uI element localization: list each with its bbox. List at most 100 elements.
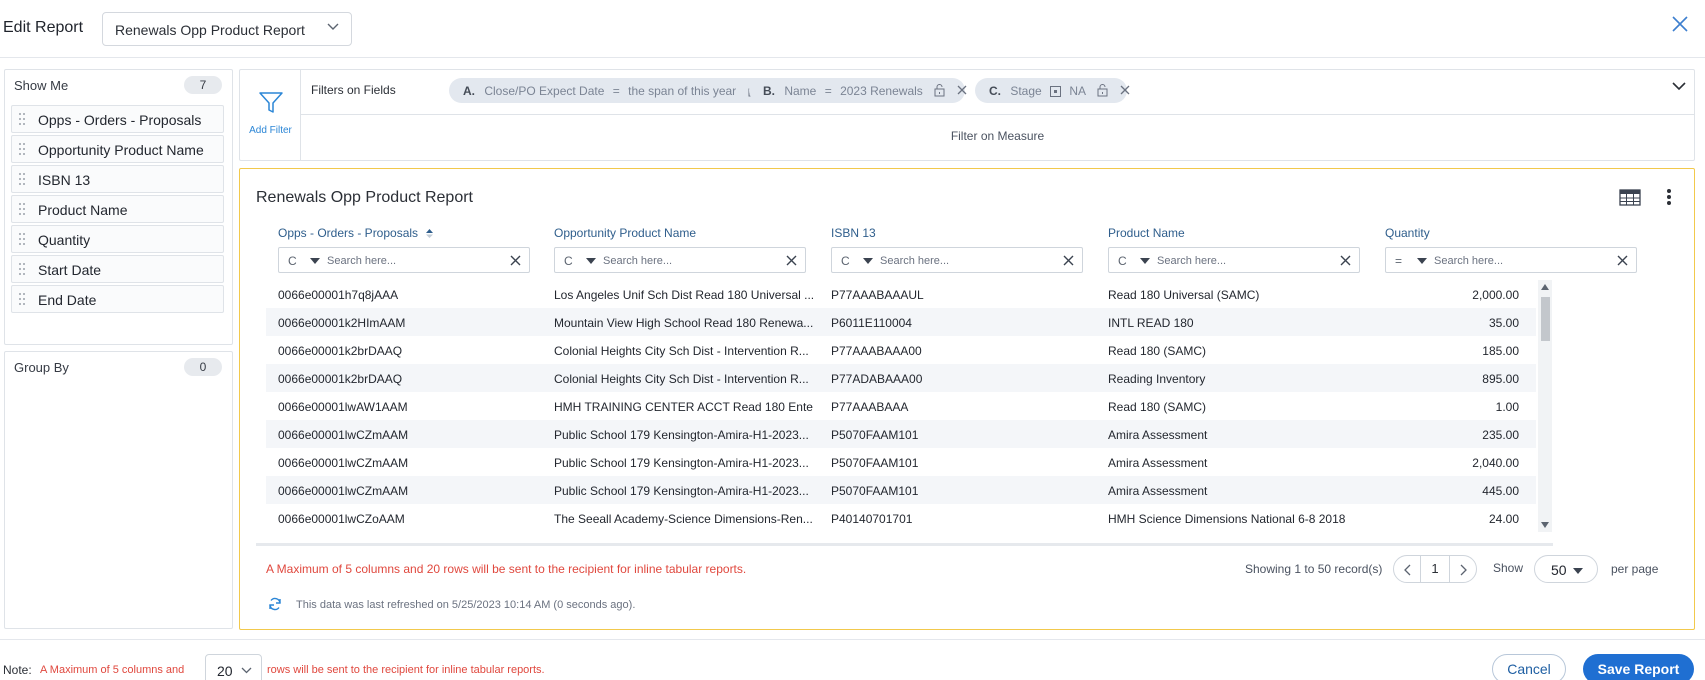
show-me-field[interactable]: Product Name [11,195,224,223]
cancel-button[interactable]: Cancel [1492,654,1566,680]
note-text: A Maximum of 5 columns and [40,664,185,676]
pager-info: Showing 1 to 50 record(s) [1245,562,1383,576]
column-search[interactable]: C Search here... [1108,247,1360,273]
filter-chip-letter: B. [763,84,775,98]
group-by-count: 0 [184,358,222,376]
next-page-button[interactable] [1449,555,1477,583]
cell-opportunity-id: 0066e00001k2HImAAM [278,316,406,330]
show-me-field[interactable]: ISBN 13 [11,165,224,193]
scroll-down-icon[interactable] [1541,522,1549,528]
search-input[interactable]: Search here... [603,255,672,267]
close-icon[interactable] [1670,14,1690,34]
cell-quantity: 235.00 [1482,428,1519,442]
drag-handle-icon[interactable] [19,263,27,276]
filter-chip[interactable]: A. Close/PO Expect Date = the span of th… [449,78,781,103]
show-me-field[interactable]: Start Date [11,255,224,283]
show-me-field[interactable]: Opportunity Product Name [11,135,224,163]
show-me-panel: Show Me 7 Opps - Orders - Proposals Oppo… [4,69,233,345]
scrollbar-thumb[interactable] [1541,297,1550,341]
table-row[interactable]: 0066e00001lwCZmAAM Public School 179 Ken… [266,420,1536,448]
add-filter-button[interactable]: Add Filter [240,70,301,160]
prev-page-button[interactable] [1393,555,1421,583]
lock-icon[interactable] [1097,83,1108,97]
sort-ascending-icon[interactable] [425,228,434,239]
search-input[interactable]: Search here... [1434,255,1503,267]
drag-handle-icon[interactable] [19,203,27,216]
caret-down-icon[interactable] [586,258,596,264]
search-input[interactable]: Search here... [880,255,949,267]
clear-icon[interactable] [1063,255,1074,266]
filter-icon [259,92,283,113]
filter-bar: Add Filter Filters on Fields A. Close/PO… [239,69,1695,161]
clear-icon[interactable] [786,255,797,266]
save-report-button[interactable]: Save Report [1583,654,1694,680]
cell-opportunity-id: 0066e00001lwCZoAAM [278,512,405,526]
cell-opportunity-product-name: Public School 179 Kensington-Amira-H1-20… [554,484,809,498]
show-me-field[interactable]: End Date [11,285,224,313]
column-search[interactable]: C Search here... [554,247,806,273]
show-me-field[interactable]: Quantity [11,225,224,253]
show-me-field-label: Product Name [38,202,128,218]
search-operator[interactable]: C [564,254,573,268]
cell-product-name: HMH Science Dimensions National 6-8 2018 [1108,512,1346,526]
caret-down-icon[interactable] [1140,258,1150,264]
group-by-panel[interactable]: Group By 0 [4,351,233,629]
clear-icon[interactable] [510,255,521,266]
column-search[interactable]: = Search here... [1385,247,1637,273]
filter-chip[interactable]: B. Name = 2023 Renewals [749,78,967,103]
search-input[interactable]: Search here... [327,255,396,267]
drag-handle-icon[interactable] [19,173,27,186]
column-search[interactable]: C Search here... [278,247,530,273]
chevron-down-icon[interactable] [1672,82,1686,91]
column-header[interactable]: Opportunity Product Name [554,226,696,240]
rows-limit-select[interactable]: 20 [205,654,262,680]
table-row[interactable]: 0066e00001k2HImAAM Mountain View High Sc… [266,308,1536,336]
refresh-icon[interactable] [268,597,282,611]
remove-filter-icon[interactable] [1120,85,1130,95]
cell-quantity: 445.00 [1482,484,1519,498]
cell-isbn: P77AAABAAA [831,400,909,414]
scroll-up-icon[interactable] [1541,284,1549,290]
cell-isbn: P77ADABAAA00 [831,372,923,386]
per-page-select[interactable]: 50 [1534,555,1598,583]
clear-icon[interactable] [1340,255,1351,266]
search-operator[interactable]: C [1118,254,1127,268]
drag-handle-icon[interactable] [19,293,27,306]
column-header[interactable]: Product Name [1108,226,1185,240]
show-me-field[interactable]: Opps - Orders - Proposals [11,105,224,133]
cell-product-name: Amira Assessment [1108,428,1208,442]
table-row[interactable]: 0066e00001lwCZoAAM The Seeall Academy-Sc… [266,504,1536,532]
clear-icon[interactable] [1617,255,1628,266]
filter-on-measure-button[interactable]: Filter on Measure [301,129,1694,143]
caret-down-icon[interactable] [310,258,320,264]
note-text: rows will be sent to the recipient for i… [267,664,545,676]
current-page[interactable]: 1 [1421,555,1449,583]
lock-icon[interactable] [934,83,945,97]
table-view-icon[interactable] [1619,189,1641,206]
table-row[interactable]: 0066e00001lwCZmAAM Public School 179 Ken… [266,476,1536,504]
caret-down-icon[interactable] [863,258,873,264]
table-row[interactable]: 0066e00001lwAW1AAM HMH TRAINING CENTER A… [266,392,1536,420]
column-header[interactable]: Quantity [1385,226,1430,240]
drag-handle-icon[interactable] [19,233,27,246]
search-operator[interactable]: C [288,254,297,268]
vertical-scrollbar[interactable] [1538,280,1552,532]
caret-down-icon[interactable] [1417,258,1427,264]
table-row[interactable]: 0066e00001k2brDAAQ Colonial Heights City… [266,364,1536,392]
table-row[interactable]: 0066e00001h7q8jAAA Los Angeles Unif Sch … [266,280,1536,308]
remove-filter-icon[interactable] [957,85,967,95]
filter-chip[interactable]: C. Stage NA [975,78,1130,103]
drag-handle-icon[interactable] [19,113,27,126]
search-operator[interactable]: C [841,254,850,268]
search-operator[interactable]: = [1395,254,1402,268]
more-options-icon[interactable] [1666,188,1672,206]
table-row[interactable]: 0066e00001lwCZmAAM Public School 179 Ken… [266,448,1536,476]
drag-handle-icon[interactable] [19,143,27,156]
column-search[interactable]: C Search here... [831,247,1083,273]
column-header[interactable]: ISBN 13 [831,226,876,240]
report-select[interactable]: Renewals Opp Product Report [102,12,352,46]
table-row[interactable]: 0066e00001k2brDAAQ Colonial Heights City… [266,336,1536,364]
column-header[interactable]: Opps - Orders - Proposals [278,226,434,240]
search-input[interactable]: Search here... [1157,255,1226,267]
filter-chip-field: Name [784,84,817,98]
